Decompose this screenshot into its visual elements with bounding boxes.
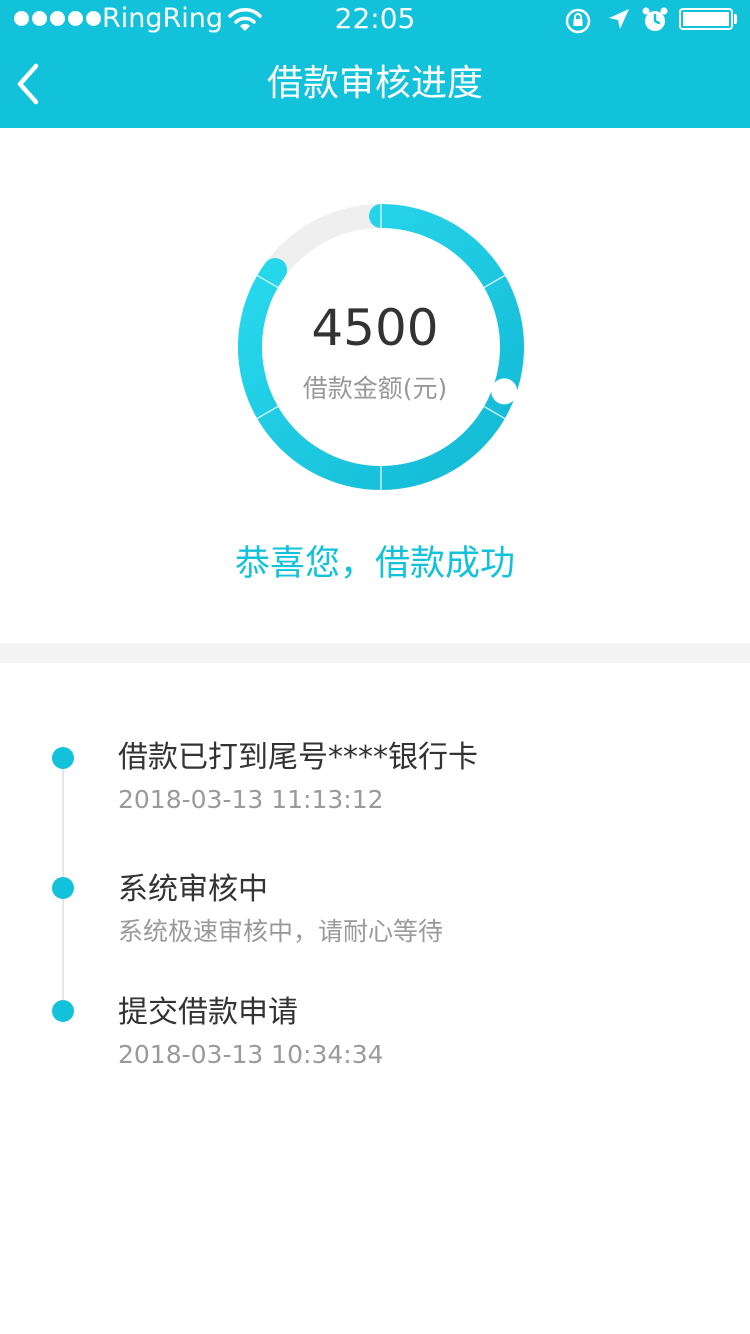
timeline-dot bbox=[52, 877, 74, 899]
battery-tip bbox=[734, 14, 737, 24]
rotation-lock-icon bbox=[565, 8, 591, 34]
location-arrow-icon bbox=[609, 9, 629, 29]
loan-amount: 4500 bbox=[311, 299, 439, 357]
status-bar: RingRing 22:05 bbox=[0, 0, 750, 40]
timeline-dot bbox=[52, 747, 74, 769]
loan-amount-label: 借款金额(元) bbox=[302, 374, 448, 403]
section-divider bbox=[0, 643, 750, 663]
alarm-icon bbox=[642, 7, 668, 31]
timeline-time-submitted: 2018-03-13 10:34:34 bbox=[118, 1040, 384, 1069]
timeline-title-reviewing: 系统审核中 bbox=[118, 872, 268, 907]
timeline-desc-reviewing: 系统极速审核中，请耐心等待 bbox=[118, 917, 444, 946]
timeline-title-submitted: 提交借款申请 bbox=[118, 995, 298, 1030]
status-time: 22:05 bbox=[334, 2, 416, 35]
battery-icon bbox=[679, 8, 733, 30]
timeline-dot bbox=[52, 1000, 74, 1022]
timeline-time-transferred: 2018-03-13 11:13:12 bbox=[118, 785, 384, 814]
page-title: 借款审核进度 bbox=[266, 63, 483, 104]
timeline-title-transferred: 借款已打到尾号****银行卡 bbox=[118, 740, 478, 775]
header-bar: RingRing 22:05 借款审核进度 bbox=[0, 0, 750, 128]
success-message: 恭喜您，借款成功 bbox=[234, 544, 515, 584]
